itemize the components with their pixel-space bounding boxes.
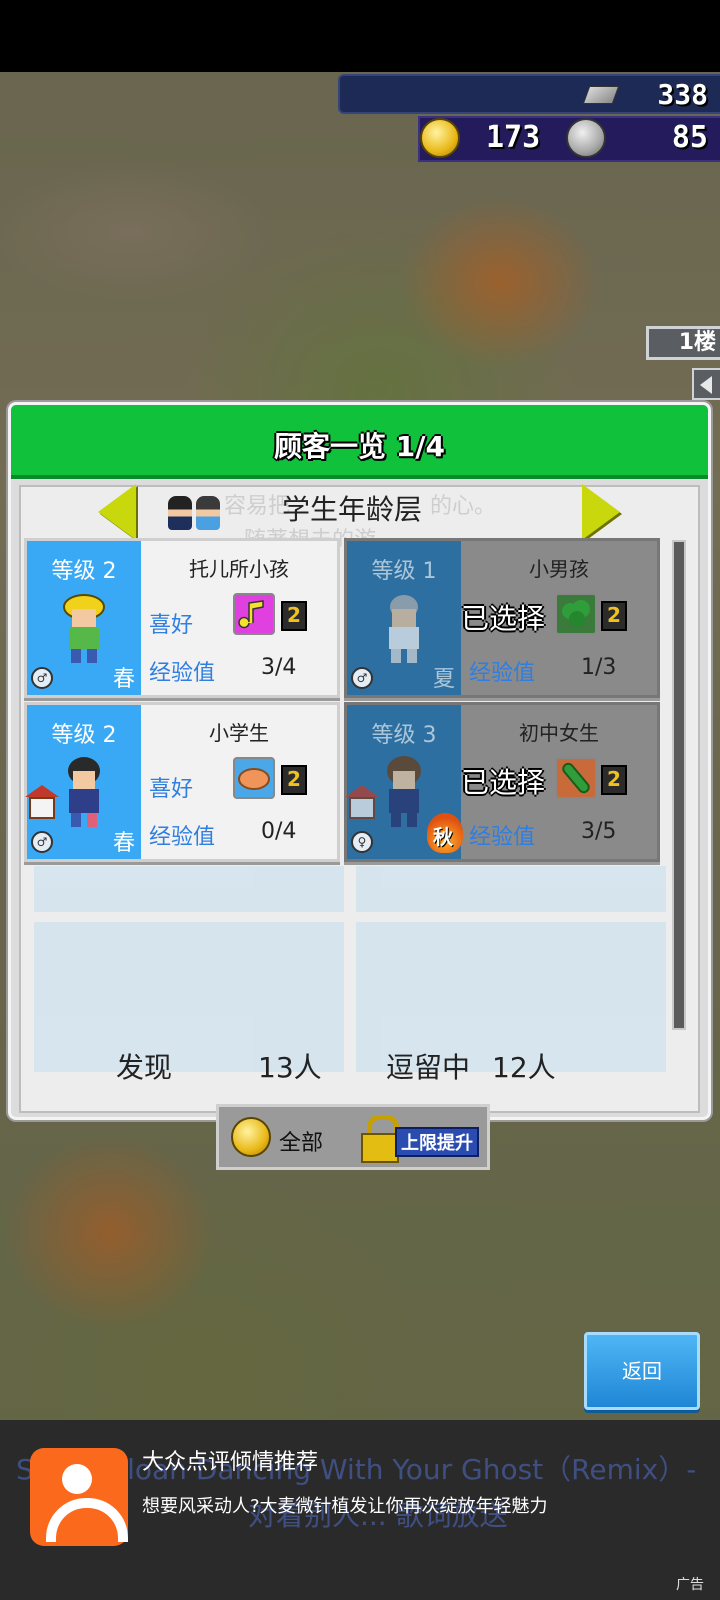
customer-card[interactable]: 等级 2 ♂ 春 托儿所小孩 喜好 2 经验值 3/4	[24, 538, 340, 698]
pupil-sprite	[68, 757, 100, 827]
gender-male-icon: ♂	[31, 831, 53, 853]
category-title: 学生年龄层	[282, 493, 423, 526]
dianping-logo-icon[interactable]	[30, 1448, 128, 1546]
exp-label: 经验值	[469, 661, 536, 686]
ad-banner[interactable]: Sasha Sloan Dancing With Your Ghost（Remi…	[0, 1420, 720, 1600]
customer-name: 小男孩	[529, 557, 589, 581]
staying-label: 逗留中	[386, 1051, 471, 1084]
ad-title[interactable]: 大众点评倾情推荐	[142, 1444, 318, 1476]
found-label: 发现	[116, 1051, 173, 1084]
ghost-text: 的心。	[430, 494, 497, 519]
boy-sprite	[389, 595, 419, 663]
selected-label: 已选择	[461, 766, 546, 799]
research-points-count: 173	[486, 120, 541, 155]
exp-label: 经验值	[149, 825, 216, 850]
autumn-fire-badge: 秋	[427, 813, 463, 853]
side-panel-arrow-icon[interactable]	[692, 368, 720, 400]
customer-name: 小学生	[209, 721, 269, 745]
customer-name: 托儿所小孩	[189, 557, 289, 581]
customer-level: 等级 1	[371, 559, 437, 584]
previous-page-arrow-icon[interactable]	[98, 484, 138, 540]
lightbulb-icon	[420, 118, 460, 158]
preference-level: 2	[281, 601, 307, 631]
upgrade-limit-button[interactable]: 上限提升	[395, 1127, 479, 1157]
lightbulb-icon[interactable]	[231, 1117, 271, 1157]
ad-badge: 广告	[676, 1577, 704, 1593]
brick-count: 338	[657, 78, 708, 111]
exp-value: 3/5	[581, 819, 617, 844]
card-portrait-panel: 等级 2 ♂ 春	[25, 705, 141, 859]
card-portrait-panel: 等级 1 ♂ 夏	[347, 541, 461, 695]
exp-label: 经验值	[149, 661, 216, 686]
toddler-sprite	[63, 594, 105, 663]
preference-level: 2	[601, 601, 627, 631]
staying-count: 12人	[492, 1051, 556, 1084]
card-portrait-panel: 等级 2 ♂ 春	[27, 541, 141, 695]
preference-label: 喜好	[149, 777, 194, 802]
customer-card[interactable]: 等级 1 ♂ 夏 小男孩 2 已选择 经验值 1/3	[344, 538, 660, 698]
customer-level: 等级 2	[51, 723, 117, 748]
dialog-title: 顾客一览 1/4	[274, 430, 445, 463]
customer-card[interactable]: 等级 2 ♂ 春 小学生 喜好 2 经验值 0/4	[24, 702, 340, 862]
bread-icon	[233, 757, 275, 799]
preference-level: 2	[281, 765, 307, 795]
season-label: 秋	[433, 825, 453, 849]
cucumber-icon	[555, 757, 597, 799]
customer-card[interactable]: 等级 3 ♀ 秋 初中女生 2 已选择 经验值 3/5	[344, 702, 660, 862]
lock-icon	[359, 1115, 399, 1163]
season-label: 春	[112, 667, 135, 692]
middle-school-girl-sprite	[387, 756, 421, 827]
broccoli-icon	[555, 593, 597, 635]
faded-card-row	[34, 866, 668, 1076]
customer-level: 等级 3	[371, 723, 437, 748]
exp-value: 1/3	[581, 655, 617, 680]
exp-value: 3/4	[261, 655, 297, 680]
coin-icon	[566, 118, 606, 158]
house-icon	[25, 785, 59, 819]
found-count: 13人	[258, 1051, 322, 1084]
points-resource-panel: 173 85	[418, 116, 720, 162]
house-icon	[345, 785, 379, 819]
gender-male-icon: ♂	[351, 667, 373, 689]
brick-resource-panel: 338	[338, 74, 720, 114]
ad-description[interactable]: 想要风采动人?大麦微针植发让你再次绽放年轻魅力	[142, 1496, 582, 1518]
dialog-header: 顾客一览 1/4	[11, 405, 708, 479]
ghost-text: 容易把	[224, 494, 291, 519]
music-note-icon	[233, 593, 275, 635]
exp-value: 0/4	[261, 819, 297, 844]
season-label: 春	[112, 831, 135, 856]
gender-female-icon: ♀	[351, 831, 373, 853]
preference-level: 2	[601, 765, 627, 795]
gender-male-icon: ♂	[31, 667, 53, 689]
back-button[interactable]: 返回	[584, 1332, 700, 1410]
filter-all-button[interactable]: 全部	[279, 1125, 323, 1157]
customer-name: 初中女生	[519, 721, 599, 745]
floor-selector-button[interactable]: 1楼	[646, 326, 720, 360]
filter-bar: 全部 上限提升	[216, 1104, 490, 1170]
selected-label: 已选择	[461, 602, 546, 635]
next-page-arrow-icon[interactable]	[582, 484, 622, 540]
exp-label: 经验值	[469, 825, 536, 850]
preference-label: 喜好	[149, 613, 194, 638]
students-icon	[168, 492, 226, 532]
coin-count: 85	[671, 120, 708, 155]
scrollbar-thumb[interactable]	[674, 542, 684, 1028]
customer-level: 等级 2	[51, 559, 117, 584]
brick-icon	[582, 86, 620, 104]
season-label: 夏	[432, 667, 455, 692]
